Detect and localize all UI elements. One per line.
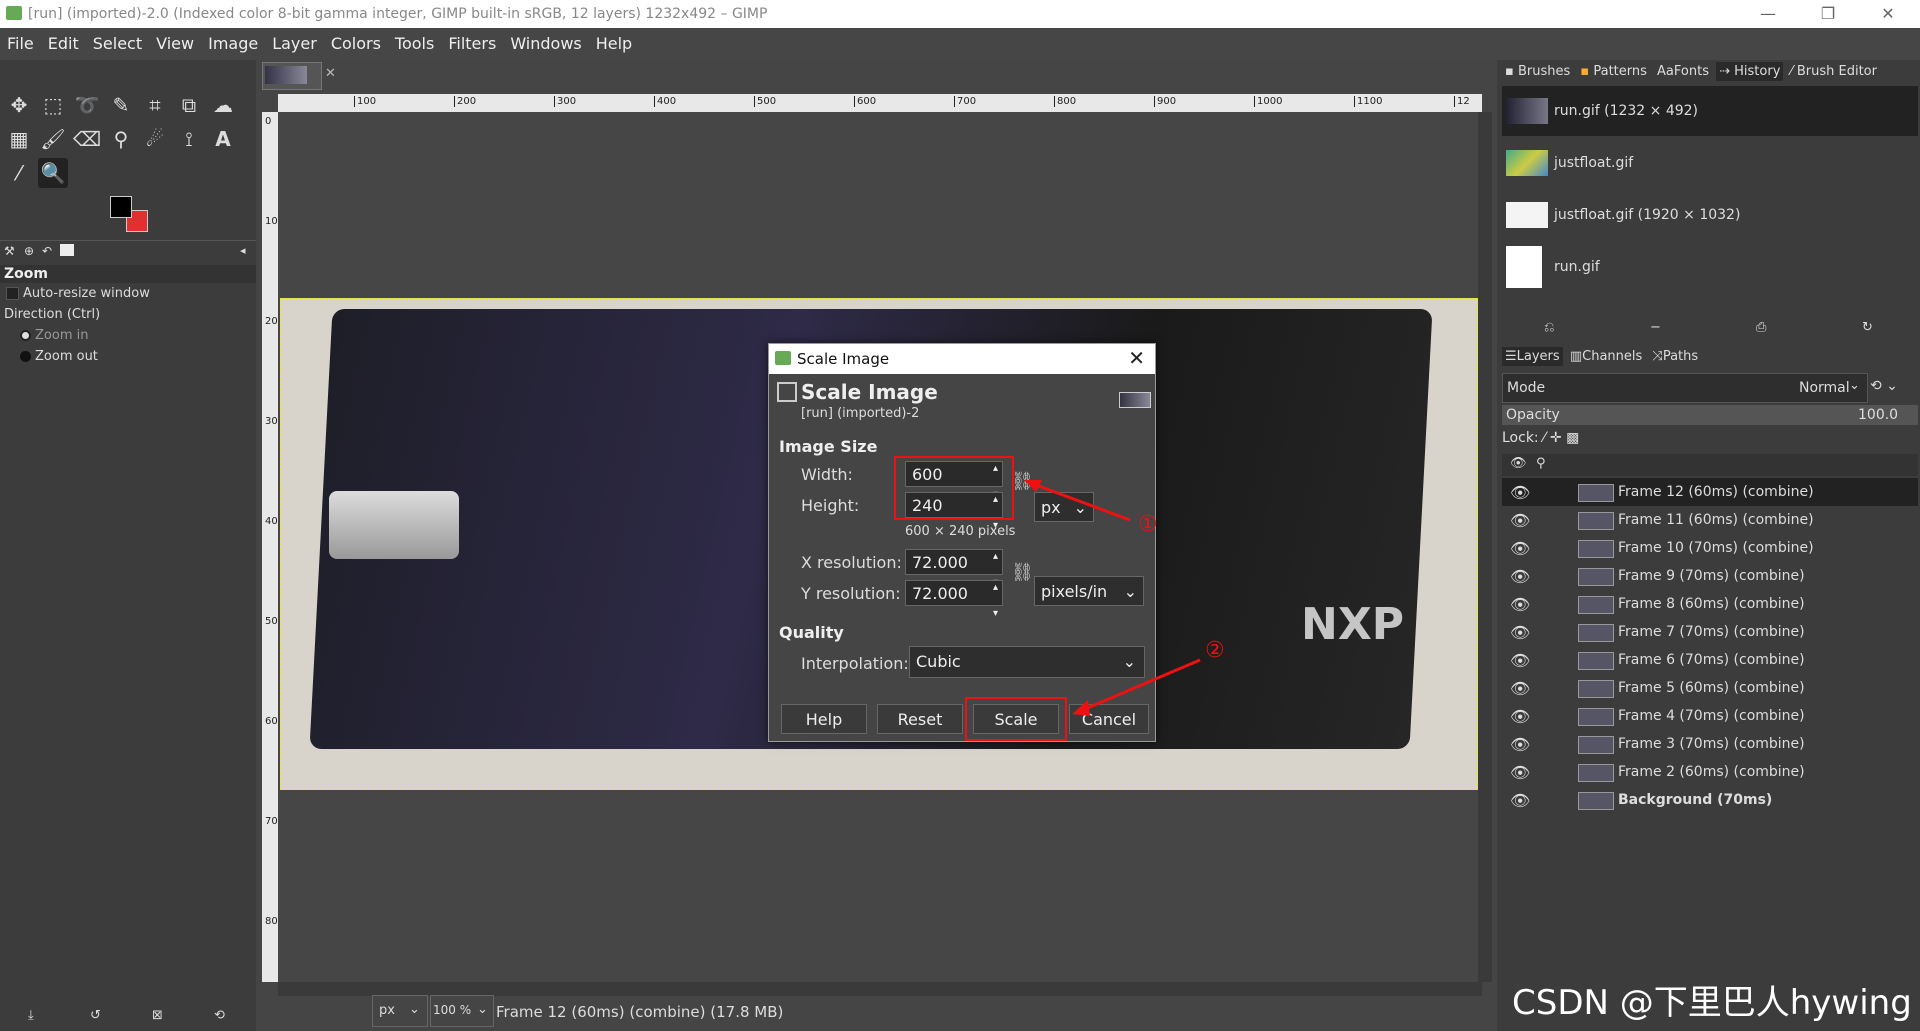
- annotation-arrow-one: [1027, 480, 1131, 522]
- annotation-arrows: [1024, 480, 1201, 716]
- annotation-label-one: ①: [1138, 512, 1158, 537]
- watermark: CSDN @下里巴人hywing: [1512, 983, 1912, 1023]
- annotation-arrowhead-two: [1072, 700, 1090, 716]
- annotation-arrow-two: [1077, 658, 1201, 714]
- annotation-label-two: ②: [1205, 638, 1225, 663]
